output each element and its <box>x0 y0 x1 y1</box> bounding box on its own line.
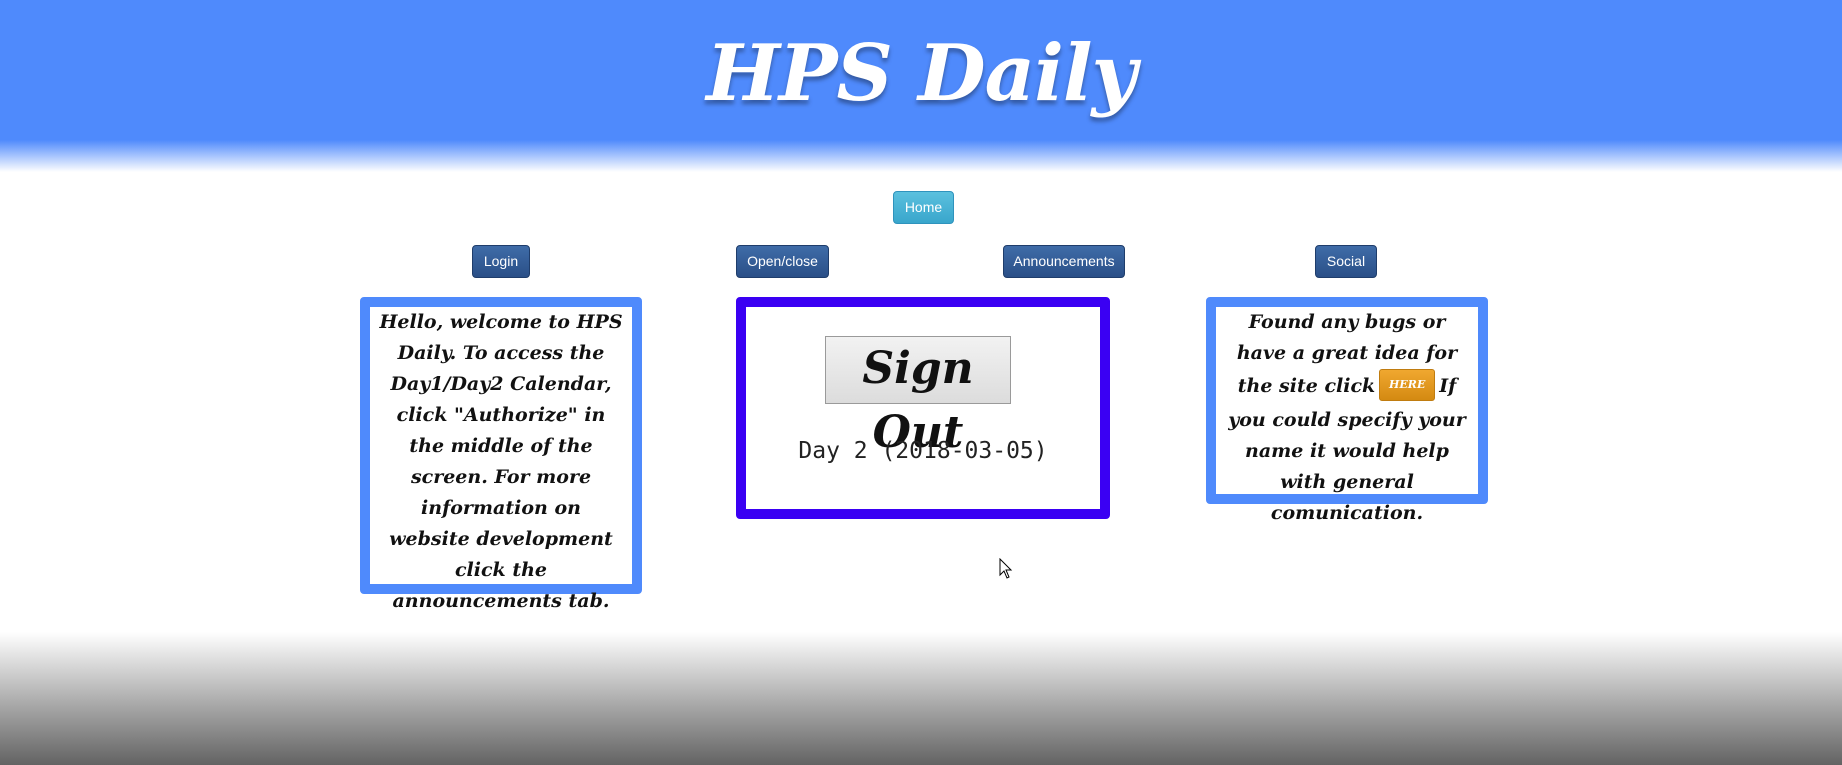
footer-gradient <box>0 632 1842 765</box>
announcements-button[interactable]: Announcements <box>1003 245 1125 278</box>
mouse-pointer-icon <box>999 558 1013 579</box>
login-button[interactable]: Login <box>472 245 530 278</box>
feedback-card: Found any bugs or have a great idea for … <box>1206 297 1488 524</box>
here-button[interactable]: HERE <box>1379 369 1436 401</box>
sign-out-button[interactable]: Sign Out <box>825 336 1011 458</box>
open-close-button[interactable]: Open/close <box>736 245 829 278</box>
welcome-card: Hello, welcome to HPS Daily. To access t… <box>360 297 642 612</box>
home-button[interactable]: Home <box>893 191 954 224</box>
social-button[interactable]: Social <box>1315 245 1377 278</box>
day-label: Day 2 (2018-03-05) <box>798 438 1048 464</box>
welcome-text: Hello, welcome to HPS Daily. To access t… <box>379 311 623 612</box>
site-title: HPS Daily <box>706 28 1137 119</box>
feedback-text: Found any bugs or have a great idea for … <box>1216 307 1478 529</box>
